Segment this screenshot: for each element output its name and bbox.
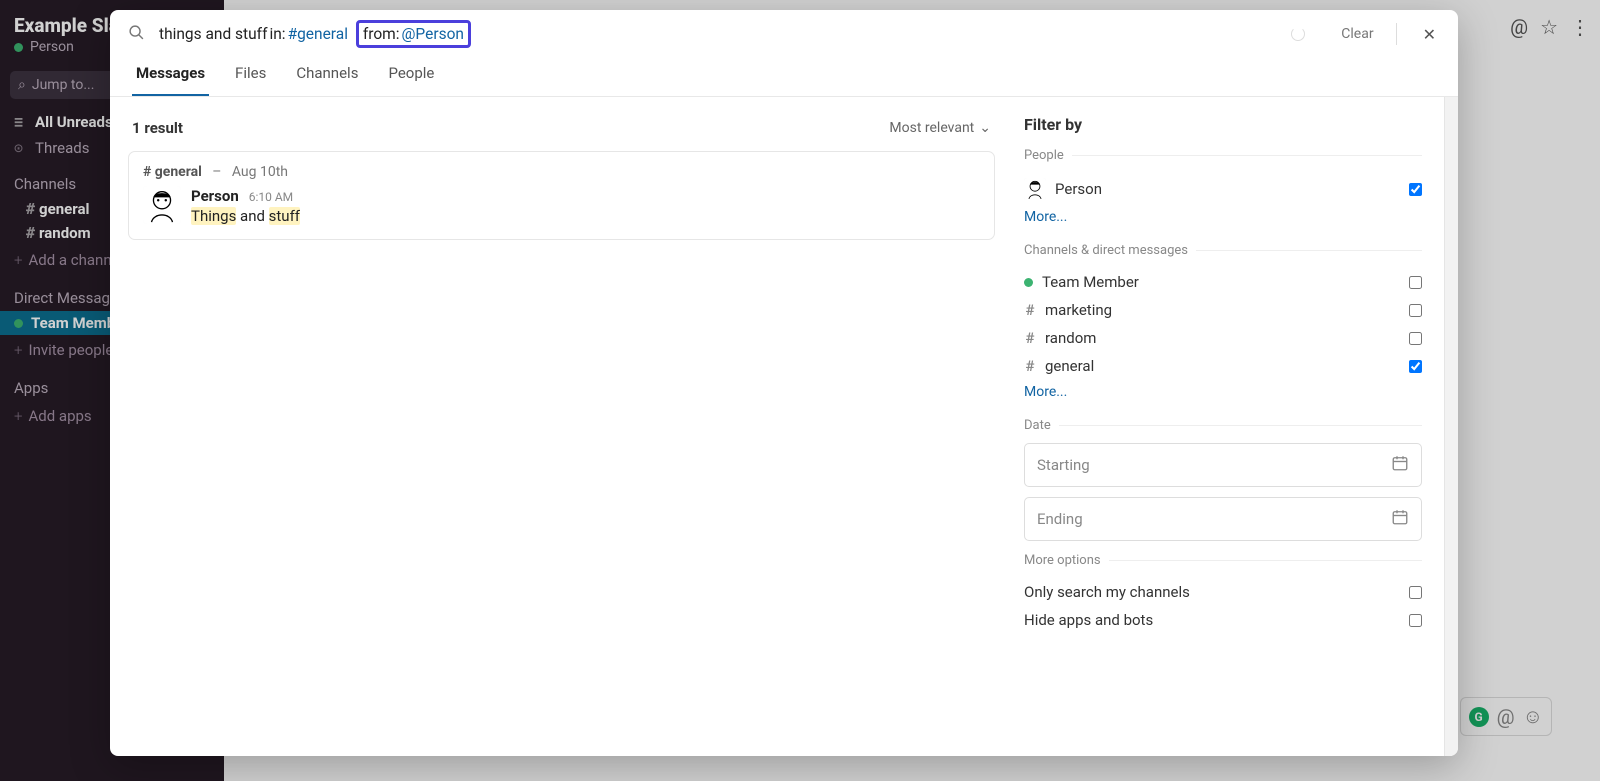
tab-messages[interactable]: Messages xyxy=(132,64,209,96)
filter-checkbox[interactable] xyxy=(1409,332,1422,345)
filter-title: Filter by xyxy=(1024,115,1422,134)
result-date: Aug 10th xyxy=(232,164,288,180)
tab-files[interactable]: Files xyxy=(231,64,270,96)
filter-people-label: People xyxy=(1024,148,1064,163)
search-tabs: Messages Files Channels People xyxy=(110,54,1458,97)
filter-checkbox[interactable] xyxy=(1409,360,1422,373)
search-from-token: from: @Person xyxy=(356,20,471,48)
search-input[interactable]: things and stuff in: #general from: @Per… xyxy=(159,20,1277,48)
hash-icon: # xyxy=(1024,301,1036,319)
presence-dot-icon xyxy=(1024,278,1033,287)
filter-more-options-label: More options xyxy=(1024,553,1101,568)
date-end-input[interactable]: Ending xyxy=(1024,497,1422,541)
filter-channel-random[interactable]: #random xyxy=(1024,324,1422,352)
people-more-link[interactable]: More... xyxy=(1024,205,1067,231)
filter-channels-label: Channels & direct messages xyxy=(1024,243,1188,258)
filter-checkbox[interactable] xyxy=(1409,276,1422,289)
chevron-down-icon: ⌄ xyxy=(979,120,991,136)
filter-dm-team-member[interactable]: Team Member xyxy=(1024,268,1422,296)
date-start-input[interactable]: Starting xyxy=(1024,443,1422,487)
filter-date-label: Date xyxy=(1024,418,1051,433)
avatar xyxy=(1024,178,1046,200)
close-icon[interactable]: ✕ xyxy=(1419,25,1440,44)
filter-channel-general[interactable]: #general xyxy=(1024,352,1422,380)
search-panel: things and stuff in: #general from: @Per… xyxy=(110,10,1458,756)
result-text: Things and stuff xyxy=(191,207,300,227)
search-icon xyxy=(128,24,145,45)
filter-checkbox[interactable] xyxy=(1409,304,1422,317)
option-checkbox[interactable] xyxy=(1409,586,1422,599)
calendar-icon xyxy=(1391,454,1409,476)
avatar xyxy=(143,186,181,224)
results-count: 1 result xyxy=(132,119,183,137)
tab-channels[interactable]: Channels xyxy=(292,64,362,96)
search-result[interactable]: # general – Aug 10th Person 6:10 AM xyxy=(128,151,995,240)
filters-column: Filter by People Person More... Channels… xyxy=(1013,97,1458,756)
loading-spinner-icon xyxy=(1291,27,1305,41)
hash-icon: # xyxy=(1024,329,1036,347)
sort-dropdown[interactable]: Most relevant ⌄ xyxy=(889,120,991,136)
filter-person[interactable]: Person xyxy=(1024,173,1422,205)
calendar-icon xyxy=(1391,508,1409,530)
filter-person-checkbox[interactable] xyxy=(1409,183,1422,196)
filter-channel-marketing[interactable]: #marketing xyxy=(1024,296,1422,324)
channels-more-link[interactable]: More... xyxy=(1024,380,1067,406)
clear-button[interactable]: Clear xyxy=(1341,26,1373,42)
result-author: Person xyxy=(191,187,239,205)
tab-people[interactable]: People xyxy=(384,64,438,96)
result-channel: # general xyxy=(143,164,202,180)
search-bar: things and stuff in: #general from: @Per… xyxy=(110,10,1458,54)
results-column: 1 result Most relevant ⌄ # general – Aug… xyxy=(110,97,1013,756)
option-hide-apps[interactable]: Hide apps and bots xyxy=(1024,606,1422,634)
option-checkbox[interactable] xyxy=(1409,614,1422,627)
result-time: 6:10 AM xyxy=(249,190,293,204)
option-my-channels[interactable]: Only search my channels xyxy=(1024,578,1422,606)
hash-icon: # xyxy=(1024,357,1036,375)
